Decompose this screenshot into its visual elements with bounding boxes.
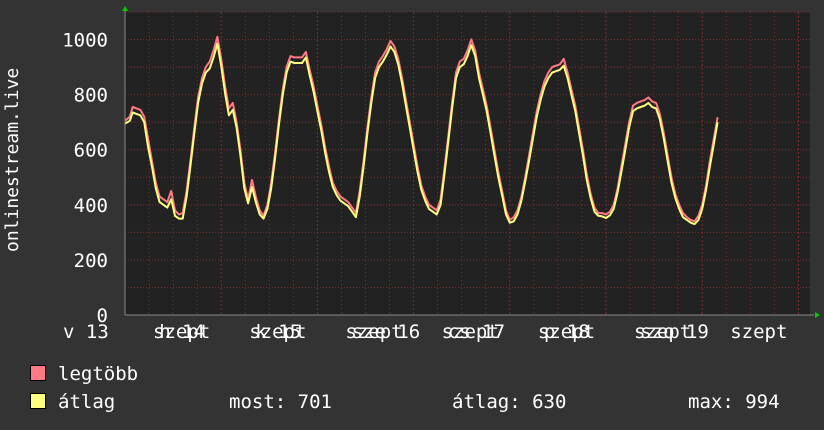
x-tick-label: v 13 bbox=[63, 321, 109, 343]
legend-label-legtobb: legtöbb bbox=[58, 363, 139, 385]
legend-item-legtobb: legtöbb bbox=[30, 362, 138, 386]
x-axis-arrow-icon bbox=[815, 312, 820, 318]
legend-item-atlag: átlag bbox=[30, 390, 115, 414]
legtobb-swatch-icon bbox=[30, 364, 46, 381]
y-tick-label: 1000 bbox=[62, 30, 108, 52]
x-tick-label: cs 17 bbox=[448, 321, 505, 343]
x-tick-label: k 15 bbox=[255, 321, 301, 343]
stat-most: most: 701 bbox=[229, 391, 332, 413]
atlag-swatch-icon bbox=[30, 392, 46, 409]
y-tick-label: 600 bbox=[74, 140, 108, 162]
x-tick-label: szept bbox=[730, 321, 787, 343]
y-axis-arrow-icon bbox=[122, 6, 128, 11]
x-tick-label: p 18 bbox=[544, 321, 590, 343]
y-tick-label: 200 bbox=[74, 250, 108, 272]
stat-max: max: 994 bbox=[688, 391, 780, 413]
x-tick-label: sze 16 bbox=[352, 321, 421, 343]
y-tick-label: 400 bbox=[74, 195, 108, 217]
y-tick-label: 800 bbox=[74, 85, 108, 107]
x-tick-label: szo 19 bbox=[640, 321, 709, 343]
stat-atlag: átlag: 630 bbox=[452, 391, 567, 413]
x-tick-label: h 14 bbox=[159, 321, 205, 343]
legend-label-atlag: átlag bbox=[58, 391, 116, 413]
y-axis-label: onlinestream.live bbox=[2, 67, 23, 253]
